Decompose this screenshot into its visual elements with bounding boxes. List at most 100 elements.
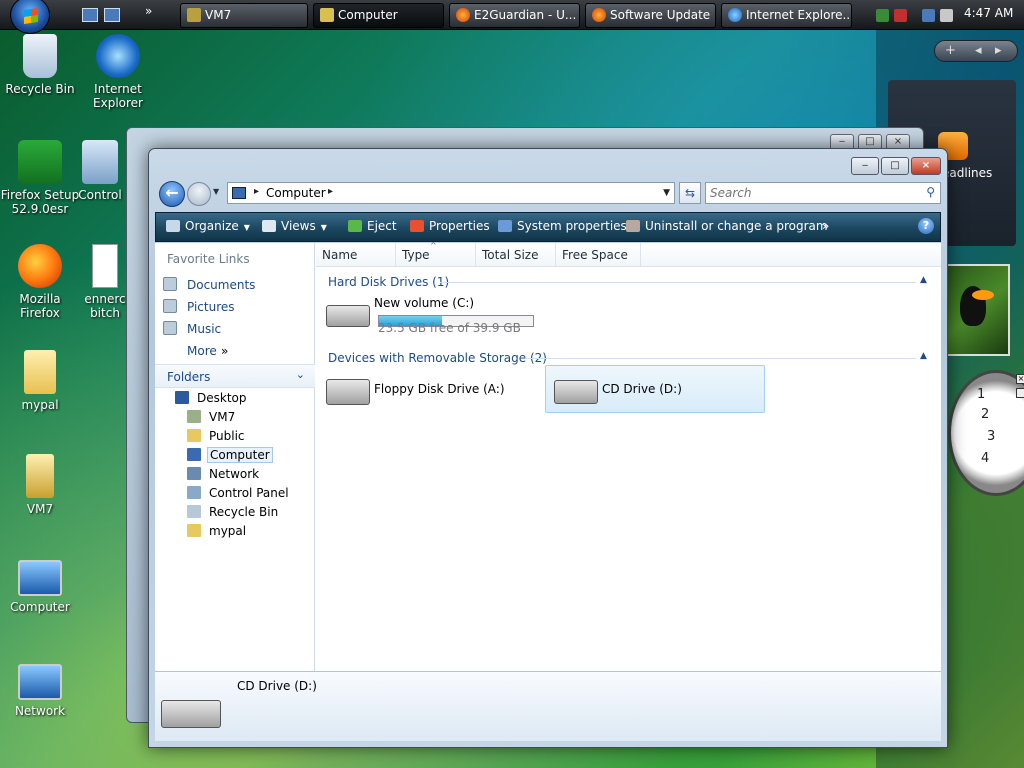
- uninstall-icon: [626, 220, 640, 232]
- tree-item-label: Control Panel: [209, 486, 289, 500]
- tree-item-label: VM7: [209, 410, 236, 424]
- recent-pages-dropdown-icon[interactable]: ▼: [213, 187, 219, 196]
- collapse-chevron-icon[interactable]: ▲: [920, 351, 927, 361]
- address-dropdown-icon[interactable]: ▼: [663, 188, 670, 198]
- breadcrumb-computer[interactable]: Computer: [266, 186, 326, 200]
- drive-item-d[interactable]: CD Drive (D:): [545, 365, 765, 413]
- quicklaunch-more-icon[interactable]: »: [145, 4, 152, 18]
- clock-gadget[interactable]: 1 2 3 4: [948, 370, 1024, 496]
- next-icon[interactable]: ▸: [995, 43, 1002, 58]
- taskbar-button-label: E2Guardian - U...: [474, 8, 577, 22]
- search-icon[interactable]: ⚲: [926, 185, 935, 199]
- gadget-options-icon[interactable]: [1016, 388, 1024, 398]
- windows-logo-icon: [24, 8, 38, 24]
- desktop-icon-computer[interactable]: Computer: [0, 560, 80, 614]
- gadget-close-icon[interactable]: ×: [1016, 374, 1024, 384]
- desktop-icon-mypal[interactable]: mypal: [0, 350, 80, 412]
- document-icon: [92, 244, 118, 288]
- favorite-links-title: Favorite Links: [167, 252, 250, 266]
- desktop-icon-mozilla-firefox[interactable]: Mozilla Firefox: [0, 244, 80, 320]
- organize-button[interactable]: Organize ▼: [166, 219, 250, 233]
- column-name[interactable]: Name: [316, 243, 396, 267]
- firefox-icon: [456, 8, 470, 22]
- views-button[interactable]: Views ▼: [262, 219, 327, 233]
- column-free-space[interactable]: Free Space: [556, 243, 641, 267]
- desktop-icon-label: Mozilla Firefox: [19, 292, 61, 320]
- properties-label: Properties: [429, 219, 490, 233]
- favorite-link-pictures[interactable]: Pictures: [163, 297, 311, 317]
- tree-item-label: Desktop: [197, 391, 247, 405]
- group-divider: [526, 358, 916, 359]
- group-header-hard-disk-drives[interactable]: Hard Disk Drives (1): [328, 275, 449, 289]
- desktop-icon-label: VM7: [26, 502, 54, 516]
- volume-muted-icon[interactable]: [940, 9, 953, 22]
- back-button[interactable]: ←: [159, 181, 185, 207]
- start-button[interactable]: [10, 0, 50, 34]
- toolbar-more-icon[interactable]: »: [822, 219, 829, 233]
- folder-icon: [187, 524, 201, 537]
- add-gadget-icon[interactable]: +: [945, 43, 956, 58]
- favorite-link-more[interactable]: More »: [163, 341, 311, 361]
- drive-item-a[interactable]: Floppy Disk Drive (A:): [318, 367, 538, 415]
- taskbar-button-vm7[interactable]: VM7: [180, 3, 308, 28]
- chevron-down-icon[interactable]: ⌄: [296, 368, 305, 381]
- help-icon[interactable]: ?: [918, 218, 934, 234]
- taskbar-button-e2guardian[interactable]: E2Guardian - U...: [449, 3, 580, 28]
- uninstall-program-button[interactable]: Uninstall or change a program: [626, 219, 828, 233]
- column-total-size[interactable]: Total Size: [476, 243, 556, 267]
- tree-item-label: Computer: [207, 447, 273, 463]
- file-list: Name Type ^ Total Size Free Space Hard D…: [316, 241, 941, 671]
- taskbar-button-internet-explorer[interactable]: Internet Explore...: [721, 3, 852, 28]
- desktop-icon-recycle-bin[interactable]: Recycle Bin: [0, 34, 80, 96]
- drive-name: New volume (C:): [374, 296, 475, 310]
- system-properties-icon: [498, 220, 512, 232]
- minimize-button[interactable]: ‒: [851, 157, 879, 175]
- search-input[interactable]: [710, 185, 910, 201]
- show-desktop-icon[interactable]: [82, 8, 98, 22]
- properties-button[interactable]: Properties: [410, 219, 490, 233]
- desktop-icon-firefox-setup[interactable]: Firefox Setup 52.9.0esr: [0, 140, 80, 216]
- desktop-icon-control-panel[interactable]: Control: [70, 140, 130, 202]
- maximize-button[interactable]: □: [881, 157, 909, 175]
- alert-icon[interactable]: [894, 9, 907, 22]
- system-properties-button[interactable]: System properties: [498, 219, 627, 233]
- music-icon: [163, 321, 177, 335]
- taskbar-clock[interactable]: 4:47 AM: [964, 6, 1013, 20]
- network-tray-icon[interactable]: [922, 9, 935, 22]
- eject-button[interactable]: Eject: [348, 219, 397, 233]
- favorite-link-music[interactable]: Music: [163, 319, 311, 339]
- desktop-icon-vm7[interactable]: VM7: [0, 454, 80, 516]
- sidebar-controls: + ◂ ▸: [934, 40, 1018, 62]
- prev-icon[interactable]: ◂: [975, 43, 982, 58]
- desktop-icon-label: Internet Explorer: [93, 82, 143, 110]
- favorite-link-documents[interactable]: Documents: [163, 275, 311, 295]
- collapse-chevron-icon[interactable]: ▲: [920, 275, 927, 285]
- views-icon: [262, 220, 276, 232]
- favorite-link-label: Documents: [187, 278, 256, 292]
- folders-header[interactable]: Folders ⌄: [155, 364, 315, 388]
- refresh-button[interactable]: ⇆: [679, 182, 701, 204]
- folder-icon: [26, 454, 54, 498]
- switch-windows-icon[interactable]: [104, 8, 120, 22]
- desktop-icon-internet-explorer[interactable]: Internet Explorer: [78, 34, 158, 110]
- desktop-icon-label: Firefox Setup 52.9.0esr: [0, 188, 80, 216]
- breadcrumb-chevron-icon[interactable]: ▸: [254, 186, 259, 197]
- drive-item-c[interactable]: New volume (C:) 23.5 GB free of 39.9 GB: [318, 291, 548, 339]
- close-button[interactable]: ×: [911, 157, 941, 175]
- pictures-icon: [163, 299, 177, 313]
- taskbar-button-computer[interactable]: Computer: [313, 3, 444, 28]
- security-shield-icon[interactable]: [876, 9, 889, 22]
- sort-ascending-icon: ^: [430, 241, 437, 250]
- search-box[interactable]: ⚲: [705, 182, 941, 204]
- drive-name: CD Drive (D:): [602, 382, 682, 396]
- column-type[interactable]: Type ^: [396, 241, 476, 267]
- desktop-icon-document[interactable]: ennerc bitch: [80, 244, 130, 320]
- group-header-removable-storage[interactable]: Devices with Removable Storage (2): [328, 351, 547, 365]
- address-bar[interactable]: ▸ Computer ▸ ▼: [227, 182, 675, 204]
- taskbar-button-software-update[interactable]: Software Update: [585, 3, 716, 28]
- group-divider: [440, 282, 916, 283]
- forward-button[interactable]: [187, 182, 211, 206]
- slideshow-gadget[interactable]: [946, 264, 1010, 356]
- desktop-icon-network[interactable]: Network: [0, 664, 80, 718]
- breadcrumb-chevron-icon[interactable]: ▸: [328, 186, 333, 197]
